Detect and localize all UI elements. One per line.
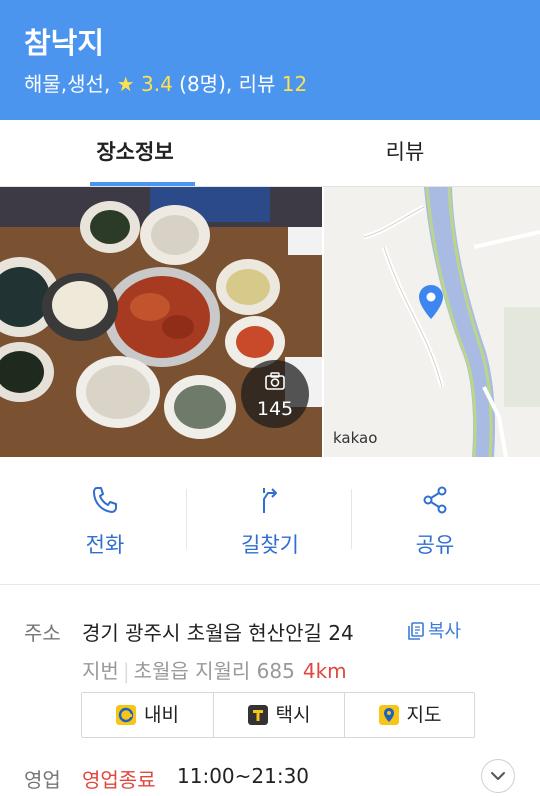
place-info-section: 주소 경기 광주시 초월읍 현산안길 24 복사 지번 | 초월읍 지월리 685 4… (0, 586, 540, 795)
address-label: 주소 (24, 621, 61, 645)
taxi-icon (247, 705, 268, 725)
navi-button[interactable]: 내비 (82, 693, 213, 737)
share-button[interactable]: 공유 (345, 457, 525, 585)
place-title: 참낙지 (24, 26, 105, 60)
jibun-label: 지번 (82, 659, 119, 683)
action-bar: 전화 길찾기 공유 (0, 457, 540, 585)
copy-label: 복사 (428, 621, 462, 642)
hours-time: 11:00~21:30 (177, 764, 310, 788)
tab-bar: 장소정보 리뷰 (0, 120, 540, 187)
jibun-value: 초월읍 지월리 685 (133, 659, 295, 683)
rating-value: 3.4 (140, 72, 173, 96)
place-category: 해물,생선, (24, 72, 111, 96)
distance-value: 4km (302, 659, 347, 683)
map-button[interactable]: 지도 (344, 693, 475, 737)
photo-count: 145 (256, 398, 294, 420)
navi-icon (116, 705, 137, 725)
place-header: 참낙지 해물,생선, ★ 3.4 (8명), 리뷰 12 (0, 0, 540, 120)
map-pin-icon (378, 705, 399, 725)
hours-label: 영업 (24, 768, 61, 792)
share-icon (423, 486, 447, 514)
chevron-down-icon (491, 772, 505, 780)
expand-hours-button[interactable] (481, 759, 515, 793)
call-label: 전화 (85, 533, 125, 557)
map-label: 지도 (406, 704, 442, 726)
hours-status: 영업종료 (82, 768, 156, 792)
jibun-row: 지번 | 초월읍 지월리 685 4km (82, 659, 347, 683)
directions-button[interactable]: 길찾기 (180, 457, 360, 585)
map-provider-label: kakao (333, 429, 378, 447)
address-value: 경기 광주시 초월읍 현산안길 24 (82, 621, 354, 645)
tab-place-info[interactable]: 장소정보 (0, 120, 270, 187)
tab-reviews[interactable]: 리뷰 (270, 120, 540, 187)
service-button-group: 내비 택시 지도 (81, 692, 475, 738)
star-icon: ★ (116, 72, 135, 96)
photo-count-badge[interactable]: 145 (241, 360, 309, 428)
directions-icon (263, 488, 277, 513)
taxi-label: 택시 (275, 704, 311, 726)
share-label: 공유 (415, 533, 455, 557)
navi-label: 내비 (144, 704, 179, 726)
call-button[interactable]: 전화 (15, 457, 195, 585)
map-image (324, 187, 540, 457)
copy-icon (408, 622, 424, 640)
rating-count: (8명), (179, 72, 233, 96)
camera-icon (265, 372, 285, 390)
review-count[interactable]: 12 (282, 72, 307, 96)
directions-label: 길찾기 (241, 533, 299, 557)
location-pin-icon[interactable] (418, 284, 444, 320)
taxi-button[interactable]: 택시 (213, 693, 344, 737)
review-label[interactable]: 리뷰 (239, 72, 276, 96)
place-summary: 해물,생선, ★ 3.4 (8명), 리뷰 12 (24, 68, 307, 97)
phone-icon (93, 487, 117, 513)
active-tab-indicator (90, 182, 195, 186)
copy-address-button[interactable]: 복사 (408, 617, 461, 643)
map-preview[interactable]: kakao (324, 187, 540, 457)
